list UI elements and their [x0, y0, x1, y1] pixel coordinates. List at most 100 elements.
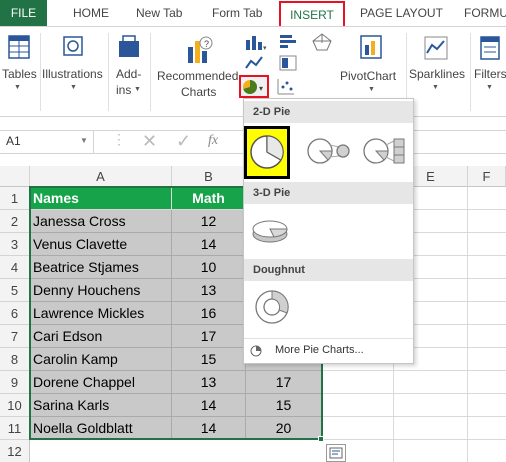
recommended-charts-label-line2[interactable]: Charts [181, 85, 216, 99]
tab-home[interactable]: HOME [73, 0, 109, 26]
table-cell-c[interactable]: 17 [246, 371, 322, 394]
column-header-f[interactable]: F [468, 166, 506, 187]
illustrations-caret-icon[interactable]: ▼ [70, 84, 77, 91]
illustrations-label[interactable]: Illustrations [42, 67, 103, 81]
header-cell-math[interactable]: Math [172, 187, 246, 210]
illustrations-button[interactable] [60, 33, 88, 63]
table-cell-math[interactable]: 12 [172, 210, 246, 233]
recommended-charts-label-line1[interactable]: Recommended [157, 69, 238, 83]
pie-chart-button[interactable]: ▾ [239, 75, 269, 98]
tab-formulas[interactable]: FORMU [464, 0, 506, 26]
recommended-charts-button[interactable]: ? [184, 33, 216, 67]
cancel-icon[interactable]: ✕ [142, 131, 157, 152]
row-header-12[interactable]: 12 [0, 440, 30, 462]
table-cell-name[interactable]: Lawrence Mickles [30, 302, 172, 325]
table-cell-name[interactable]: Cari Edson [30, 325, 172, 348]
select-all-corner[interactable] [0, 166, 30, 187]
addins-button[interactable] [117, 33, 141, 63]
pie-3d-option[interactable] [250, 212, 294, 248]
tab-file[interactable]: FILE [0, 0, 47, 26]
tables-label[interactable]: Tables [2, 67, 37, 81]
sparklines-caret-icon[interactable]: ▼ [432, 84, 439, 91]
filters-caret-icon[interactable]: ▼ [486, 84, 493, 91]
row-header-10[interactable]: 10 [0, 394, 30, 417]
table-cell-math[interactable]: 17 [172, 325, 246, 348]
sparklines-label[interactable]: Sparklines [409, 67, 465, 81]
scatter-chart-button[interactable] [276, 77, 302, 97]
enter-icon[interactable]: ✓ [176, 131, 191, 152]
filters-button[interactable] [478, 33, 502, 65]
table-cell-math[interactable]: 14 [172, 394, 246, 417]
table-cell-math[interactable]: 13 [172, 279, 246, 302]
bar-of-pie-option[interactable] [362, 133, 406, 169]
radar-chart-button[interactable] [310, 32, 334, 52]
row-12-cells[interactable] [30, 440, 322, 462]
table-cell-name[interactable]: Beatrice Stjames [30, 256, 172, 279]
pie-chart-icon: ▾ [243, 79, 263, 94]
filters-label[interactable]: Filters [474, 67, 506, 81]
table-cell-name[interactable]: Janessa Cross [30, 210, 172, 233]
table-cell-name[interactable]: Denny Houchens [30, 279, 172, 302]
ribbon-separator [150, 33, 151, 111]
table-cell-math[interactable]: 13 [172, 371, 246, 394]
table-cell-math[interactable]: 16 [172, 302, 246, 325]
row-header-4[interactable]: 4 [0, 256, 30, 279]
row-header-5[interactable]: 5 [0, 279, 30, 302]
row-header-11[interactable]: 11 [0, 417, 30, 440]
pie-of-pie-option[interactable] [306, 133, 350, 169]
tab-new-tab[interactable]: New Tab [136, 0, 182, 26]
pie-2d-option[interactable] [244, 126, 290, 179]
ribbon-separator [40, 33, 41, 111]
pivotchart-button[interactable] [358, 33, 386, 65]
name-box-caret-icon[interactable]: ▼ [80, 136, 88, 145]
more-pie-charts-link[interactable]: More Pie Charts... [250, 343, 410, 361]
pivotchart-caret-icon[interactable]: ▼ [368, 86, 375, 93]
row-header-3[interactable]: 3 [0, 233, 30, 256]
tab-page-layout[interactable]: PAGE LAYOUT [360, 0, 443, 26]
line-chart-button[interactable] [244, 53, 268, 73]
column-header-b[interactable]: B [172, 166, 246, 187]
doughnut-option[interactable] [252, 287, 292, 327]
table-cell-name[interactable]: Noella Goldblatt [30, 417, 172, 440]
table-cell-name[interactable]: Sarina Karls [30, 394, 172, 417]
table-cell-name[interactable]: Carolin Kamp [30, 348, 172, 371]
pivotchart-label[interactable]: PivotChart [340, 69, 396, 83]
shapes-icon [63, 36, 83, 56]
hierarchy-chart-icon [279, 55, 297, 71]
column-chart-button[interactable]: ▾ [244, 32, 268, 52]
table-cell-math[interactable]: 10 [172, 256, 246, 279]
row-header-8[interactable]: 8 [0, 348, 30, 371]
row-header-2[interactable]: 2 [0, 210, 30, 233]
insert-function-icon[interactable]: fx [208, 133, 218, 149]
header-cell-names[interactable]: Names [30, 187, 172, 210]
row-header-9[interactable]: 9 [0, 371, 30, 394]
hierarchy-chart-button[interactable] [278, 53, 302, 73]
bar-chart-icon [280, 35, 296, 48]
addins-caret-icon[interactable]: ▼ [134, 86, 141, 93]
row-header-1[interactable]: 1 [0, 187, 30, 210]
addins-label-line2[interactable]: ins [116, 83, 131, 97]
row-header-7[interactable]: 7 [0, 325, 30, 348]
fill-handle[interactable] [318, 436, 324, 442]
section-header-3d-pie: 3-D Pie [244, 182, 413, 204]
tables-caret-icon[interactable]: ▼ [14, 84, 21, 91]
store-icon [119, 35, 139, 57]
quick-analysis-button[interactable] [326, 444, 346, 462]
table-cell-name[interactable]: Dorene Chappel [30, 371, 172, 394]
table-cell-math[interactable]: 15 [172, 348, 246, 371]
column-header-a[interactable]: A [30, 166, 172, 187]
table-cell-name[interactable]: Venus Clavette [30, 233, 172, 256]
bar-chart-button[interactable] [278, 32, 302, 52]
sparklines-button[interactable] [422, 33, 450, 65]
table-cell-math[interactable]: 14 [172, 417, 246, 440]
menu-divider [244, 338, 413, 339]
addins-label-line1[interactable]: Add- [116, 67, 141, 81]
tables-button[interactable] [6, 33, 32, 63]
table-cell-c[interactable]: 15 [246, 394, 322, 417]
row-header-6[interactable]: 6 [0, 302, 30, 325]
tab-insert[interactable]: INSERT [279, 1, 345, 26]
table-cell-c[interactable]: 20 [246, 417, 322, 440]
tab-form-tab[interactable]: Form Tab [212, 0, 262, 26]
more-pie-charts-label[interactable]: More Pie Charts... [275, 344, 364, 356]
table-cell-math[interactable]: 14 [172, 233, 246, 256]
